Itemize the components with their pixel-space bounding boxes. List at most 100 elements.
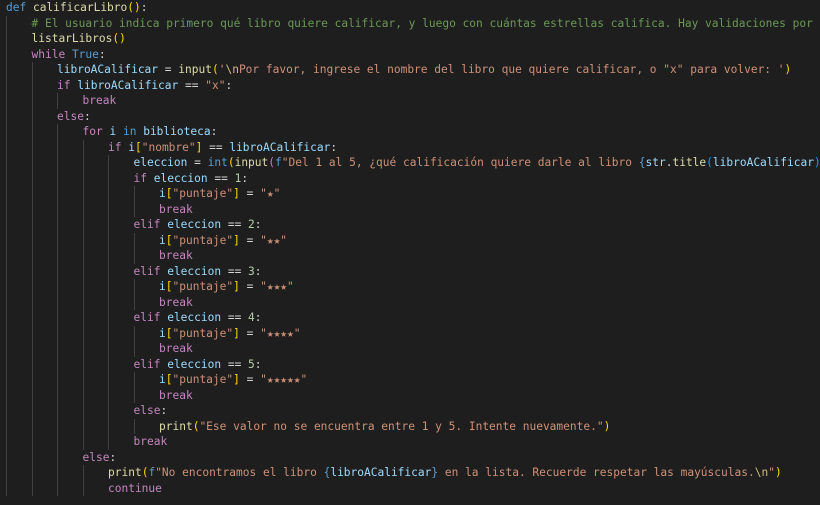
code-line[interactable]: if eleccion == 1: — [0, 170, 820, 186]
code-line[interactable]: break — [0, 93, 820, 109]
indent-guide — [31, 139, 33, 155]
code-token: : — [330, 140, 338, 154]
code-token: else — [82, 450, 110, 464]
code-token: "Del 1 al 5, ¿qué calificación quiere da… — [281, 156, 639, 169]
indent-guide — [31, 155, 33, 171]
code-token: "puntaje" — [172, 187, 234, 200]
code-token: == — [221, 357, 249, 371]
code-line[interactable]: i["puntaje"] = "★★★★" — [0, 325, 820, 341]
code-token: "★" — [260, 187, 281, 200]
code-token: break — [159, 202, 193, 216]
code-token: listarLibros — [31, 32, 113, 45]
code-line[interactable]: # El usuario indica primero qué libro qu… — [0, 15, 820, 32]
indent-guide — [133, 418, 135, 434]
code-line[interactable]: libroACalificar = input('\nPor favor, in… — [0, 62, 820, 78]
indent-guide — [57, 434, 58, 450]
code-line[interactable]: elif eleccion == 2: — [0, 217, 820, 233]
indent-guide — [108, 263, 109, 279]
code-line[interactable]: else: — [0, 108, 820, 124]
indent-guide — [6, 434, 7, 450]
code-line[interactable]: elif eleccion == 3: — [0, 263, 820, 280]
code-token: 4 — [248, 311, 255, 324]
indent-guide — [108, 341, 109, 357]
code-token: == — [221, 311, 249, 324]
code-line[interactable]: while True: — [0, 46, 820, 62]
code-token: elif — [133, 357, 161, 371]
code-token: : — [225, 78, 233, 92]
code-token: str — [645, 156, 666, 169]
code-token: : — [254, 218, 262, 231]
code-line[interactable]: break — [0, 341, 820, 357]
code-token: = — [239, 326, 261, 340]
code-line[interactable]: else: — [0, 403, 820, 419]
indent-guide — [82, 279, 84, 295]
code-editor[interactable]: def calificarLibro(): # El usuario indica… — [0, 0, 820, 505]
code-token: calificarLibro — [32, 1, 128, 14]
indent-guide — [57, 403, 58, 419]
code-line[interactable]: break — [0, 248, 820, 264]
indent-guide — [6, 232, 7, 248]
code-line[interactable]: i["puntaje"] = "★★★" — [0, 279, 820, 295]
code-line[interactable]: i["puntaje"] = "★★" — [0, 232, 820, 248]
code-token: print — [108, 466, 142, 479]
code-line[interactable]: break — [0, 434, 820, 450]
code-line[interactable]: elif eleccion == 4: — [0, 310, 820, 326]
code-text: break — [134, 434, 168, 450]
indent-guide — [31, 124, 33, 140]
code-line[interactable]: break — [0, 201, 820, 218]
code-token: break — [82, 94, 117, 107]
indent-guide — [82, 403, 84, 419]
indent-guide — [57, 232, 58, 248]
code-token: else — [57, 109, 84, 123]
code-token: ( — [706, 156, 713, 169]
code-line[interactable]: def calificarLibro(): — [0, 0, 820, 16]
code-line[interactable]: eleccion = int(input(f"Del 1 al 5, ¿qué … — [0, 155, 820, 171]
code-line[interactable]: if libroACalificar == "x": — [0, 77, 820, 94]
code-line[interactable]: i["puntaje"] = "★★★★★" — [0, 372, 820, 388]
indent-guide — [6, 387, 7, 403]
code-line[interactable]: else: — [0, 449, 820, 465]
code-line[interactable]: print(f"No encontramos el libro {libroAC… — [0, 465, 820, 481]
code-token: = — [239, 280, 261, 293]
indent-guide — [31, 387, 33, 403]
code-token: i — [128, 140, 135, 154]
indent-guide — [133, 325, 135, 341]
code-line[interactable]: break — [0, 387, 820, 403]
indent-guide — [31, 248, 33, 264]
code-token: ) — [774, 466, 782, 479]
code-line[interactable]: break — [0, 294, 820, 310]
code-token: eleccion — [167, 357, 222, 371]
code-text: elif eleccion == 5: — [134, 357, 262, 373]
code-token: == — [202, 140, 230, 154]
indent-guide — [6, 77, 7, 93]
code-token: : — [254, 264, 262, 278]
code-line[interactable]: for i in biblioteca: — [0, 124, 820, 140]
indent-guide — [82, 310, 84, 326]
code-token: ) — [603, 419, 611, 433]
code-token: i — [159, 187, 166, 200]
indent-guide — [108, 217, 109, 233]
code-line[interactable]: elif eleccion == 5: — [0, 356, 820, 373]
indent-guide — [31, 403, 33, 419]
code-text: # El usuario indica primero qué libro qu… — [32, 16, 820, 32]
code-line[interactable]: if i["nombre"] == libroACalificar: — [0, 139, 820, 155]
code-line[interactable]: i["puntaje"] = "★" — [0, 186, 820, 202]
indent-guide — [6, 418, 7, 434]
code-token: print — [159, 419, 193, 433]
code-line[interactable]: listarLibros() — [0, 31, 820, 47]
code-text: break — [159, 202, 193, 218]
indent-guide — [57, 124, 58, 140]
code-line[interactable]: print("Ese valor no se encuentra entre 1… — [0, 418, 820, 434]
code-line[interactable]: continue — [0, 480, 820, 496]
indent-guide — [57, 170, 58, 186]
code-token: libroACalificar — [330, 466, 432, 479]
indent-guide — [57, 248, 58, 264]
code-text: elif eleccion == 3: — [134, 264, 262, 280]
indent-guide — [6, 480, 7, 496]
code-text: if libroACalificar == "x": — [57, 78, 232, 94]
indent-guide — [6, 449, 7, 465]
code-token: biblioteca — [143, 125, 211, 138]
